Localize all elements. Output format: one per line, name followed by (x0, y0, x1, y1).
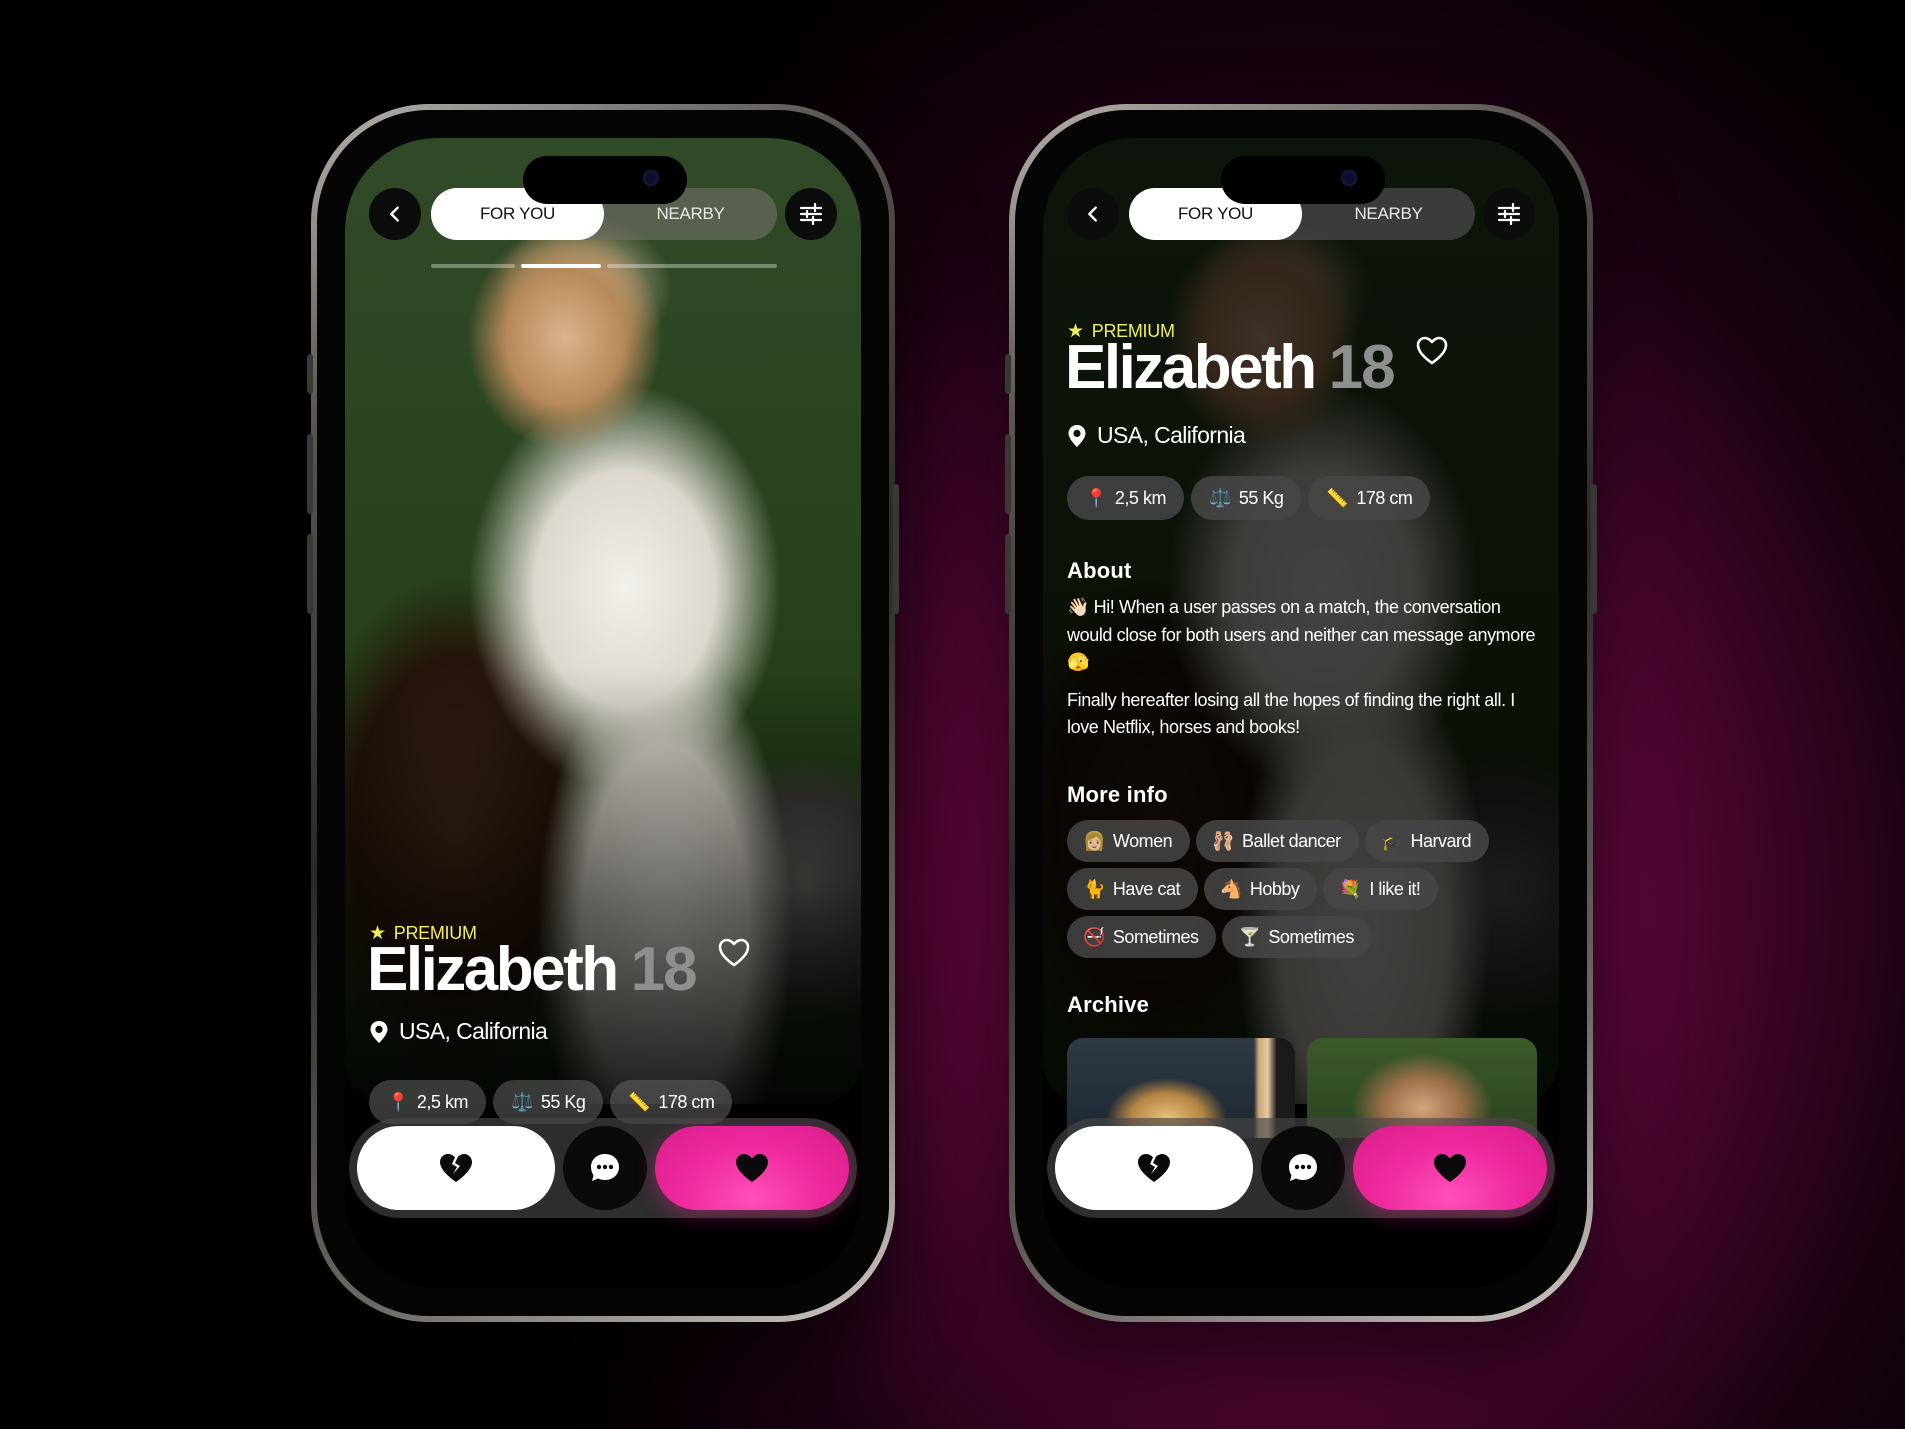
profile-location: USA, California (1067, 422, 1246, 449)
tag-chip: 🐈 Have cat (1067, 868, 1198, 910)
scale-emoji-icon: ⚖️ (1208, 487, 1231, 508)
heart-outline-icon (718, 938, 749, 967)
ruler-emoji-icon: 📏 (628, 1091, 651, 1112)
dislike-button[interactable] (1055, 1126, 1253, 1210)
cat-emoji-icon: 🐈 (1083, 878, 1105, 899)
profile-name: Elizabeth (1065, 333, 1317, 402)
tag-chip: 🚭 Sometimes (1067, 916, 1217, 958)
chevron-left-icon (390, 206, 399, 222)
filter-button[interactable] (785, 188, 837, 240)
broken-heart-icon (440, 1154, 472, 1182)
about-text: 👋🏻 Hi! When a user passes on a match, th… (1067, 594, 1537, 752)
location-label: USA, California (1097, 422, 1246, 448)
map-pin-icon (370, 1020, 388, 1043)
photo-progress (431, 264, 777, 268)
favorite-button[interactable] (718, 938, 750, 973)
about-paragraph: Finally hereafter losing all the hopes o… (1067, 689, 1515, 738)
cocktail-emoji-icon: 🍸 (1238, 926, 1261, 947)
pin-emoji-icon: 📍 (1085, 487, 1107, 508)
heart-icon (1434, 1154, 1466, 1182)
tag-chip: 🍸 Sometimes (1222, 916, 1372, 958)
map-pin-icon (1068, 424, 1086, 447)
about-paragraph: 👋🏻 Hi! When a user passes on a match, th… (1067, 597, 1536, 672)
about-title: About (1067, 558, 1132, 583)
progress-segment (431, 264, 515, 268)
ruler-emoji-icon: 📏 (1326, 487, 1349, 508)
more-info-title: More info (1067, 782, 1168, 807)
heart-outline-icon (1416, 336, 1447, 365)
sliders-icon (1497, 202, 1521, 226)
phone-left: FOR YOU NEARBY ★ PREMIUM Elizabeth 18 US… (307, 104, 899, 1322)
action-bar (349, 1118, 857, 1218)
location-label: USA, California (399, 1018, 548, 1044)
tag-chip: 🐴 Hobby (1203, 868, 1318, 910)
weight-chip: ⚖️ 55 Kg (1190, 476, 1302, 520)
woman-emoji-icon: 👩🏼 (1083, 830, 1105, 851)
tag-chip: 🩰 Ballet dancer (1196, 820, 1359, 862)
screen-right: FOR YOU NEARBY ★ PREMIUM Elizabeth 18 US… (1043, 138, 1559, 1288)
chat-button[interactable] (1261, 1126, 1345, 1210)
scale-emoji-icon: ⚖️ (510, 1091, 533, 1112)
profile-age: 18 (1328, 333, 1396, 402)
chat-bubble-icon (1289, 1154, 1317, 1181)
back-button[interactable] (369, 188, 421, 240)
profile-name: Elizabeth (367, 935, 619, 1004)
chat-bubble-icon (591, 1154, 619, 1181)
more-info-tags: 👩🏼 Women 🩰 Ballet dancer 🎓 Harvard 🐈 Have ca… (1067, 820, 1547, 958)
profile-location: USA, California (369, 1018, 548, 1045)
phone-right: FOR YOU NEARBY ★ PREMIUM Elizabeth 18 US… (1005, 104, 1597, 1322)
bouquet-emoji-icon: 💐 (1339, 878, 1362, 899)
broken-heart-icon (1138, 1154, 1170, 1182)
tag-chip: 💐 I like it! (1323, 868, 1439, 910)
profile-name-row: Elizabeth 18 (1065, 332, 1448, 403)
progress-segment-active (521, 264, 601, 268)
profile-age: 18 (630, 935, 698, 1004)
chat-button[interactable] (563, 1126, 647, 1210)
sliders-icon (799, 202, 823, 226)
like-button[interactable] (1353, 1126, 1547, 1210)
like-button[interactable] (655, 1126, 849, 1210)
distance-chip: 📍 2,5 km (1067, 476, 1184, 520)
tag-chip: 🎓 Harvard (1364, 820, 1490, 862)
height-chip: 📏 178 cm (1308, 476, 1431, 520)
tag-chip: 👩🏼 Women (1067, 820, 1191, 862)
horse-emoji-icon: 🐴 (1219, 878, 1242, 899)
pin-emoji-icon: 📍 (387, 1091, 409, 1112)
progress-segment (607, 264, 777, 268)
ballet-shoes-emoji-icon: 🩰 (1212, 830, 1235, 851)
archive-title: Archive (1067, 992, 1150, 1017)
filter-button[interactable] (1483, 188, 1535, 240)
dislike-button[interactable] (357, 1126, 555, 1210)
smoking-emoji-icon: 🚭 (1083, 926, 1105, 947)
back-button[interactable] (1067, 188, 1119, 240)
archive-gallery (1067, 1038, 1537, 1138)
chevron-left-icon (1088, 206, 1097, 222)
stats-chips: 📍 2,5 km ⚖️ 55 Kg 📏 178 cm (1067, 476, 1431, 520)
action-bar (1047, 1118, 1555, 1218)
profile-name-row: Elizabeth 18 (367, 934, 750, 1005)
screen-left: FOR YOU NEARBY ★ PREMIUM Elizabeth 18 US… (345, 138, 861, 1288)
heart-icon (736, 1154, 768, 1182)
graduation-cap-emoji-icon: 🎓 (1380, 830, 1403, 851)
favorite-button[interactable] (1416, 336, 1448, 371)
